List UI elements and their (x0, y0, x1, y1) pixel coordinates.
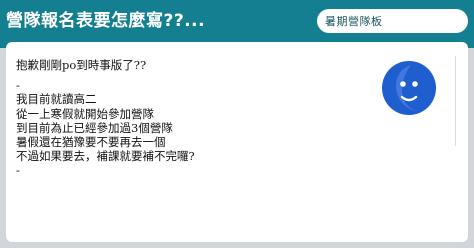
post-line: 我目前就讀高二 (16, 92, 97, 107)
board-link[interactable]: 暑期營隊板 (317, 9, 468, 33)
moon-face-icon[interactable] (381, 60, 437, 116)
post-line: 不過如果要去，補課就要補不完囉? (16, 149, 195, 164)
post-line: 抱歉剛剛po到時事版了?? (16, 58, 147, 72)
post-content: 抱歉剛剛po到時事版了?? - 我目前就讀高二 從一上寒假就開始參加營隊 到目前… (16, 58, 346, 178)
post-card: 抱歉剛剛po到時事版了?? - 我目前就讀高二 從一上寒假就開始參加營隊 到目前… (6, 42, 468, 242)
post-line: - (16, 78, 20, 93)
post-line: 從一上寒假就開始參加營隊 (16, 106, 154, 121)
post-line: 到目前為止已經參加過3個營隊 (16, 120, 173, 135)
avatar-column (362, 56, 456, 146)
post-line: - (16, 163, 20, 178)
post-line: 暑假還在猶豫要不要再去一個 (16, 134, 166, 149)
page-title: 營隊報名表要怎麼寫??... (6, 11, 206, 31)
board-link-label: 暑期營隊板 (325, 15, 383, 28)
header-bar: 營隊報名表要怎麼寫??... 暑期營隊板 (0, 0, 474, 48)
